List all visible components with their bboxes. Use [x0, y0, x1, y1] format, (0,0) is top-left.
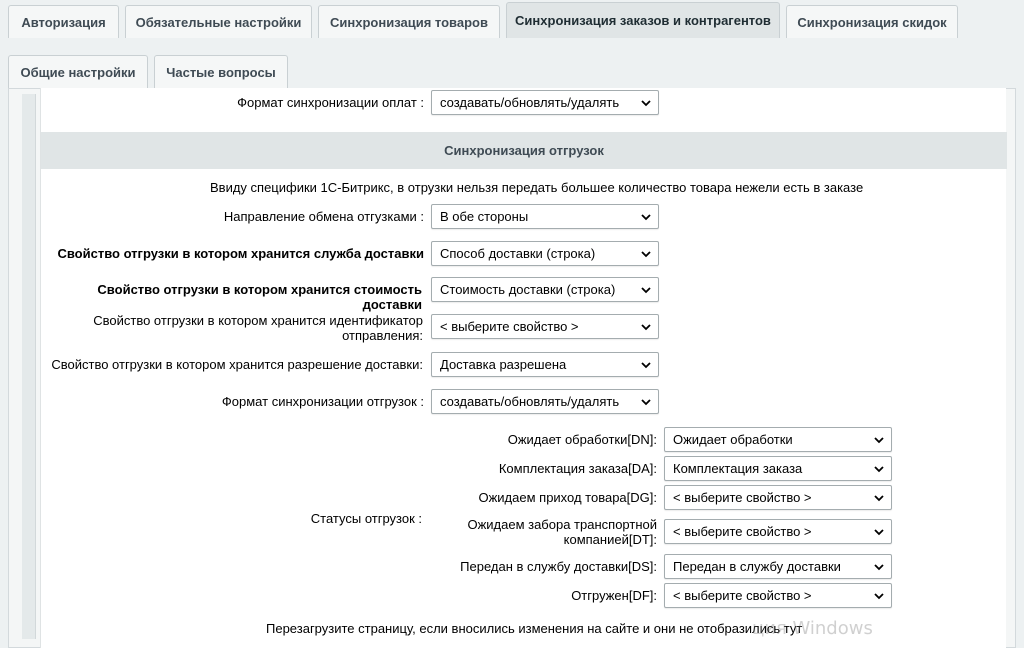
- shipment-statuses-label: Статусы отгрузок :: [310, 511, 422, 526]
- section-header-shipments: Синхронизация отгрузок: [41, 132, 1007, 169]
- chevron-down-icon: [641, 100, 651, 107]
- status-ds-value: Передан в службу доставки: [673, 559, 841, 574]
- windows-activation-watermark: ция Windows: [752, 618, 873, 639]
- payments-format-value: создавать/обновлять/удалять: [440, 95, 620, 110]
- status-dn-label: Ожидает обработки[DN]:: [507, 432, 657, 447]
- chevron-down-icon: [874, 564, 884, 571]
- status-da-value: Комплектация заказа: [673, 461, 803, 476]
- status-dt-label-line1: Ожидаем забора транспортной: [467, 517, 657, 532]
- delivery-cost-value: Стоимость доставки (строка): [440, 282, 616, 297]
- tabs-row-secondary: Общие настройки Частые вопросы: [0, 50, 1024, 90]
- chevron-down-icon: [874, 495, 884, 502]
- delivery-service-label: Свойство отгрузки в котором хранится слу…: [57, 246, 424, 261]
- status-dt-select[interactable]: < выберите свойство >: [664, 519, 892, 544]
- delivery-permission-select[interactable]: Доставка разрешена: [431, 352, 659, 377]
- status-dn-value: Ожидает обработки: [673, 432, 793, 447]
- chevron-down-icon: [641, 214, 651, 221]
- tab-authorization[interactable]: Авторизация: [8, 5, 119, 38]
- tab-required-settings[interactable]: Обязательные настройки: [125, 5, 312, 38]
- delivery-service-select[interactable]: Способ доставки (строка): [431, 241, 659, 266]
- tab-faq[interactable]: Частые вопросы: [154, 55, 288, 88]
- delivery-cost-label: Свойство отгрузки в котором хранится сто…: [97, 282, 422, 312]
- tracking-id-value: < выберите свойство >: [440, 319, 579, 334]
- chevron-down-icon: [641, 287, 651, 294]
- status-dg-select[interactable]: < выберите свойство >: [664, 485, 892, 510]
- delivery-permission-value: Доставка разрешена: [440, 357, 567, 372]
- chevron-down-icon: [874, 593, 884, 600]
- status-df-label: Отгружен[DF]:: [571, 588, 657, 603]
- chevron-down-icon: [641, 324, 651, 331]
- tracking-id-label: Свойство отгрузки в котором хранится иде…: [61, 313, 423, 343]
- left-rail: [22, 94, 36, 639]
- chevron-down-icon: [641, 362, 651, 369]
- direction-label: Направление обмена отгузками :: [223, 209, 424, 224]
- status-dt-label-line2: компанией[DT]:: [563, 532, 657, 547]
- delivery-service-value: Способ доставки (строка): [440, 246, 596, 261]
- section-title: Синхронизация отгрузок: [444, 143, 604, 158]
- status-dg-label: Ожидаем приход товара[DG]:: [478, 490, 657, 505]
- status-dn-select[interactable]: Ожидает обработки: [664, 427, 892, 452]
- status-df-select[interactable]: < выберите свойство >: [664, 583, 892, 608]
- shipments-format-value: создавать/обновлять/удалять: [440, 394, 620, 409]
- tab-discounts-sync[interactable]: Синхронизация скидок: [786, 5, 958, 38]
- tracking-id-label-line1: Свойство отгрузки в котором хранится иде…: [93, 313, 423, 328]
- payments-format-select[interactable]: создавать/обновлять/удалять: [431, 90, 659, 115]
- status-df-value: < выберите свойство >: [673, 588, 812, 603]
- tracking-id-select[interactable]: < выберите свойство >: [431, 314, 659, 339]
- status-dt-value: < выберите свойство >: [673, 524, 812, 539]
- status-ds-label: Передан в службу доставки[DS]:: [460, 559, 657, 574]
- status-dt-label: Ожидаем забора транспортной компанией[DT…: [441, 517, 657, 547]
- direction-select[interactable]: В обе стороны: [431, 204, 659, 229]
- tracking-id-label-line2: отправления:: [342, 328, 423, 343]
- direction-value: В обе стороны: [440, 209, 529, 224]
- tab-products-sync[interactable]: Синхронизация товаров: [318, 5, 500, 38]
- chevron-down-icon: [874, 529, 884, 536]
- shipments-format-label: Формат синхронизации отгрузок :: [221, 394, 424, 409]
- chevron-down-icon: [874, 437, 884, 444]
- shipments-format-select[interactable]: создавать/обновлять/удалять: [431, 389, 659, 414]
- delivery-cost-select[interactable]: Стоимость доставки (строка): [431, 277, 659, 302]
- delivery-permission-label: Свойство отгрузки в котором хранится раз…: [51, 357, 423, 372]
- shipments-notice: Ввиду специфики 1С-Битрикс, в отрузки не…: [210, 180, 864, 195]
- chevron-down-icon: [641, 251, 651, 258]
- payments-format-label: Формат синхронизации оплат :: [237, 95, 424, 110]
- status-ds-select[interactable]: Передан в службу доставки: [664, 554, 892, 579]
- tabs-row-main: Авторизация Обязательные настройки Синхр…: [0, 0, 1024, 40]
- chevron-down-icon: [641, 399, 651, 406]
- tab-orders-contractors-sync[interactable]: Синхронизация заказов и контрагентов: [506, 2, 780, 38]
- reload-notice: Перезагрузите страницу, если вносились и…: [266, 621, 803, 636]
- status-dg-value: < выберите свойство >: [673, 490, 812, 505]
- settings-content: Формат синхронизации оплат : создавать/о…: [40, 88, 1007, 648]
- status-da-select[interactable]: Комплектация заказа: [664, 456, 892, 481]
- tab-general-settings[interactable]: Общие настройки: [8, 55, 148, 88]
- status-da-label: Комплектация заказа[DA]:: [498, 461, 657, 476]
- chevron-down-icon: [874, 466, 884, 473]
